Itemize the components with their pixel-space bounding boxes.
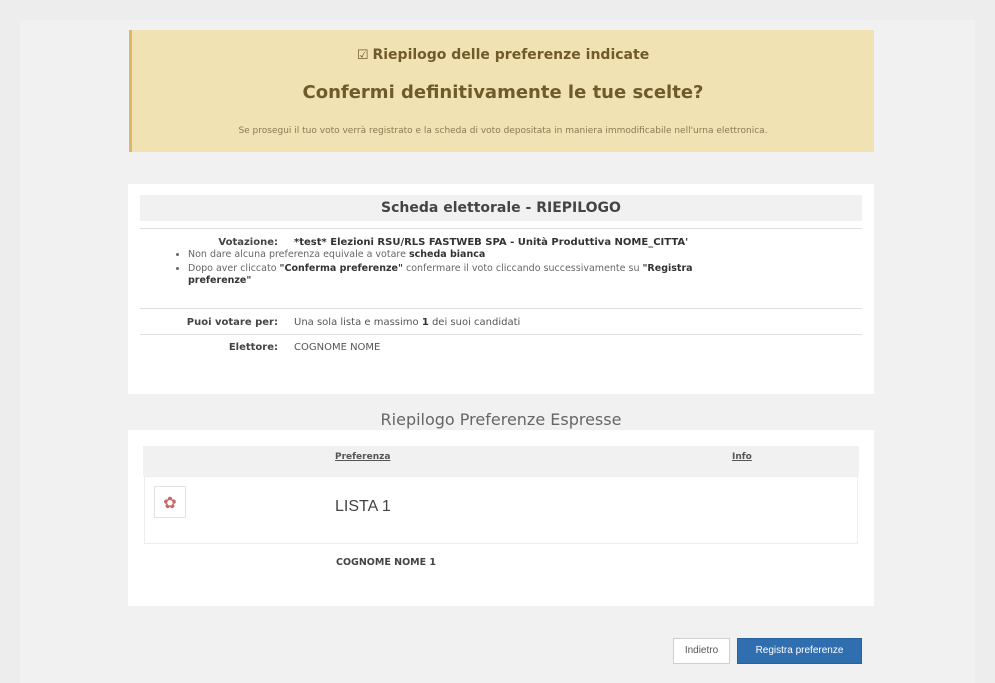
instruction-item: Dopo aver cliccato "Conferma preferenze"… [188,263,748,287]
register-preferences-button[interactable]: Registra preferenze [737,638,862,664]
candidate-name: COGNOME NOME 1 [336,557,437,568]
banner-heading: ☑ Riepilogo delle preferenze indicate [356,47,650,63]
voting-instructions: Non dare alcuna preferenza equivale a vo… [172,249,748,289]
checkbox-icon: ☑ [356,48,369,63]
elettore-value: COGNOME NOME [294,342,381,353]
instruction-item: Non dare alcuna preferenza equivale a vo… [188,249,748,261]
list-logo-icon: ✿ [154,486,186,518]
votazione-value: *test* Elezioni RSU/RLS FASTWEB SPA - Un… [294,237,689,248]
puoi-votare-label: Puoi votare per: [186,317,278,328]
puoi-votare-value: Una sola lista e massimo 1 dei suoi cand… [294,317,521,328]
preferences-heading: Riepilogo Preferenze Espresse [380,410,622,429]
list-name: LISTA 1 [335,498,391,515]
divider [140,228,862,229]
ballot-title: Scheda elettorale - RIEPILOGO [140,195,862,221]
confirm-question: Confermi definitivamente le tue scelte? [302,82,704,103]
votazione-label: Votazione: [218,237,278,248]
divider [140,334,862,335]
elettore-label: Elettore: [228,342,278,353]
confirmation-banner: ☑ Riepilogo delle preferenze indicate Con… [129,30,874,152]
column-header-preferenza: Preferenza [335,452,391,462]
action-bar: Indietro Registra preferenze [128,628,874,683]
divider [140,308,862,309]
ballot-summary-card: Scheda elettorale - RIEPILOGO Votazione:… [128,184,874,394]
back-button[interactable]: Indietro [673,638,730,664]
table-row [144,476,858,544]
preferences-card: Preferenza Info ✿ LISTA 1 COGNOME NOME 1 [128,430,874,606]
banner-note: Se prosegui il tuo voto verrà registrato… [238,126,768,136]
column-header-info: Info [732,452,752,462]
